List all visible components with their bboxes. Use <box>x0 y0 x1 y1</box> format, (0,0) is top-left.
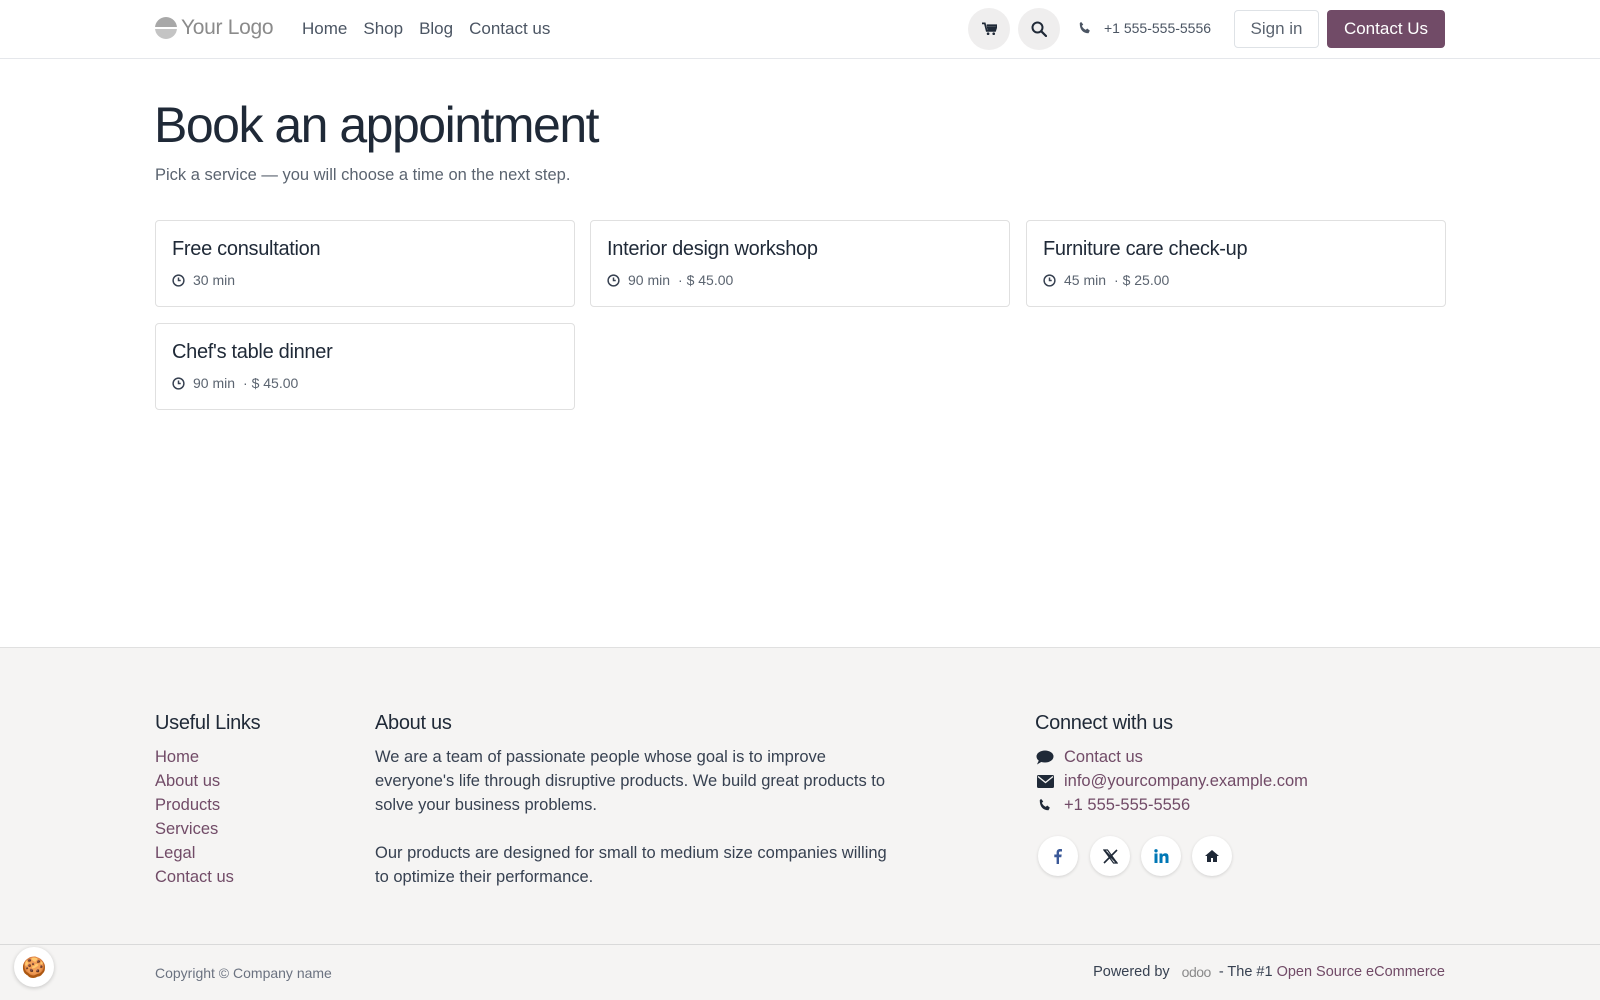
service-card[interactable]: Furniture care check-up 45 min · $ 25.00 <box>1026 220 1446 307</box>
footer-link-products[interactable]: Products <box>155 793 234 817</box>
service-duration: 90 min <box>628 272 671 288</box>
service-card[interactable]: Chef's table dinner 90 min · $ 45.00 <box>155 323 575 410</box>
about-paragraph: Our products are designed for small to m… <box>375 844 887 886</box>
cart-button[interactable] <box>968 8 1010 50</box>
connect-email-link[interactable]: info@yourcompany.example.com <box>1064 772 1308 791</box>
logo-mark-icon <box>155 17 177 39</box>
useful-links-heading: Useful Links <box>155 712 261 734</box>
sign-in-button[interactable]: Sign in <box>1234 10 1319 48</box>
odoo-logo[interactable]: odoo <box>1182 964 1212 980</box>
service-duration: 30 min <box>193 272 236 288</box>
connect-phone: +1 555-555-5556 <box>1035 793 1308 817</box>
facebook-icon <box>1054 848 1062 864</box>
footer-link-legal[interactable]: Legal <box>155 841 234 865</box>
home-icon <box>1205 850 1219 862</box>
header-phone-number: +1 555-555-5556 <box>1104 20 1212 36</box>
page-subtitle: Pick a service — you will choose a time … <box>155 166 571 184</box>
open-source-ecommerce-link[interactable]: Open Source eCommerce <box>1277 964 1445 980</box>
header-phone[interactable]: +1 555-555-5556 <box>1078 20 1211 36</box>
useful-links-list: Home About us Products Services Legal Co… <box>155 745 234 889</box>
powered-suffix: - The #1 <box>1218 964 1273 980</box>
phone-icon <box>1079 21 1090 34</box>
service-price: · $ 25.00 <box>1114 272 1170 288</box>
site-logo[interactable]: Your Logo <box>155 16 274 40</box>
clock-icon <box>607 273 620 287</box>
cookie-button[interactable]: 🍪 <box>14 947 54 987</box>
service-name: Free consultation <box>172 238 321 260</box>
footer-link-about-us[interactable]: About us <box>155 769 234 793</box>
about-paragraph: We are a team of passionate people whose… <box>375 748 886 814</box>
facebook-button[interactable] <box>1038 836 1078 876</box>
nav-shop[interactable]: Shop <box>363 19 403 39</box>
about-text: We are a team of passionate people whose… <box>375 745 905 889</box>
contact-us-button[interactable]: Contact Us <box>1327 10 1445 48</box>
linkedin-button[interactable] <box>1141 836 1181 876</box>
service-meta: 90 min · $ 45.00 <box>607 272 733 288</box>
clock-icon <box>172 376 185 390</box>
copyright-text: Copyright © Company name <box>155 965 332 981</box>
footer-link-contact-us[interactable]: Contact us <box>155 865 234 889</box>
connect-list: Contact us info@yourcompany.example.com … <box>1035 745 1308 817</box>
logo-text: Your Logo <box>181 16 274 39</box>
page-title: Book an appointment <box>154 97 600 153</box>
footer-link-services[interactable]: Services <box>155 817 234 841</box>
phone-icon <box>1039 798 1050 811</box>
nav-blog[interactable]: Blog <box>419 19 453 39</box>
search-button[interactable] <box>1018 8 1060 50</box>
footer-link-home[interactable]: Home <box>155 745 234 769</box>
service-meta: 45 min · $ 25.00 <box>1043 272 1169 288</box>
service-name: Interior design workshop <box>607 238 818 260</box>
cart-icon <box>981 22 997 35</box>
connect-phone-link[interactable]: +1 555-555-5556 <box>1064 796 1190 815</box>
connect-contact-link[interactable]: Contact us <box>1064 748 1143 767</box>
service-meta: 30 min <box>172 272 243 288</box>
comment-icon <box>1036 750 1054 764</box>
service-card[interactable]: Free consultation 30 min <box>155 220 575 307</box>
service-price: · $ 45.00 <box>243 375 299 391</box>
cookie-icon: 🍪 <box>21 956 47 979</box>
linkedin-icon <box>1153 849 1168 863</box>
service-duration: 90 min <box>193 375 236 391</box>
envelope-icon <box>1036 774 1054 788</box>
x-twitter-icon <box>1102 848 1118 864</box>
main-nav: Home Shop Blog Contact us <box>302 19 550 39</box>
clock-icon <box>1043 273 1056 287</box>
copyright-bar: Copyright © Company name Powered by odoo… <box>0 944 1600 1000</box>
about-heading: About us <box>375 712 452 734</box>
nav-contact-us[interactable]: Contact us <box>469 19 550 39</box>
nav-home[interactable]: Home <box>302 19 347 39</box>
connect-heading: Connect with us <box>1035 712 1173 734</box>
powered-prefix: Powered by <box>1093 964 1170 980</box>
website-home-button[interactable] <box>1192 836 1232 876</box>
service-card[interactable]: Interior design workshop 90 min · $ 45.0… <box>590 220 1010 307</box>
x-twitter-button[interactable] <box>1090 836 1130 876</box>
connect-email: info@yourcompany.example.com <box>1035 769 1308 793</box>
service-name: Chef's table dinner <box>172 341 333 363</box>
powered-by: Powered by odoo - The #1 Open Source eCo… <box>1093 964 1445 980</box>
service-name: Furniture care check-up <box>1043 238 1248 260</box>
service-meta: 90 min · $ 45.00 <box>172 375 298 391</box>
connect-contact: Contact us <box>1035 745 1308 769</box>
service-price: · $ 45.00 <box>678 272 734 288</box>
site-header: Your Logo Home Shop Blog Contact us +1 5… <box>0 0 1600 59</box>
clock-icon <box>172 273 185 287</box>
service-duration: 45 min <box>1064 272 1107 288</box>
search-icon <box>1031 21 1047 37</box>
